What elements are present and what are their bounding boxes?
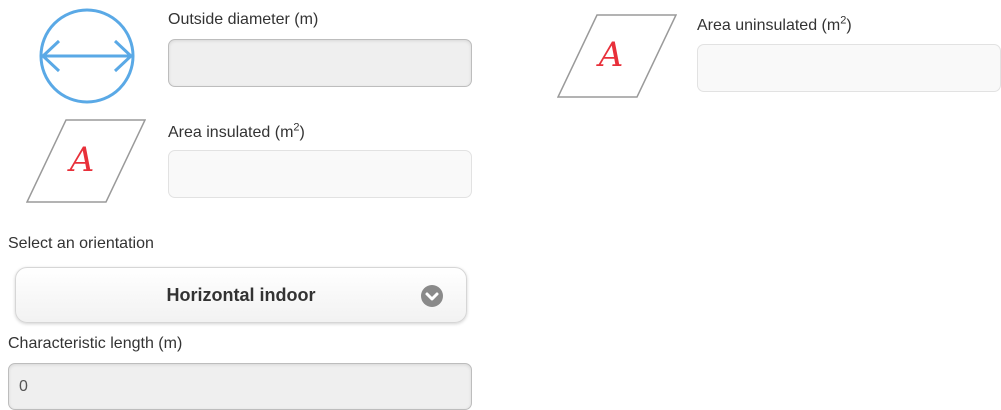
- characteristic-length-label: Characteristic length (m): [8, 335, 183, 352]
- area-insulated-icon: A: [26, 119, 146, 203]
- outside-diameter-label: Outside diameter (m): [168, 11, 319, 28]
- chevron-down-icon: [421, 285, 443, 307]
- area-insulated-letter: A: [67, 140, 95, 180]
- area-insulated-input[interactable]: [168, 150, 472, 198]
- diameter-circle-icon: [39, 8, 135, 104]
- characteristic-length-input[interactable]: [8, 363, 472, 410]
- area-insulated-label: Area insulated (m2): [168, 121, 305, 141]
- area-uninsulated-letter: A: [596, 35, 624, 75]
- orientation-selected-value: Horizontal indoor: [166, 284, 316, 305]
- orientation-select[interactable]: Horizontal indoor: [15, 267, 467, 323]
- area-uninsulated-input[interactable]: [697, 44, 1001, 92]
- orientation-label: Select an orientation: [8, 235, 154, 252]
- area-uninsulated-label: Area uninsulated (m2): [697, 14, 852, 34]
- outside-diameter-input[interactable]: [168, 39, 472, 87]
- area-uninsulated-icon: A: [557, 14, 677, 98]
